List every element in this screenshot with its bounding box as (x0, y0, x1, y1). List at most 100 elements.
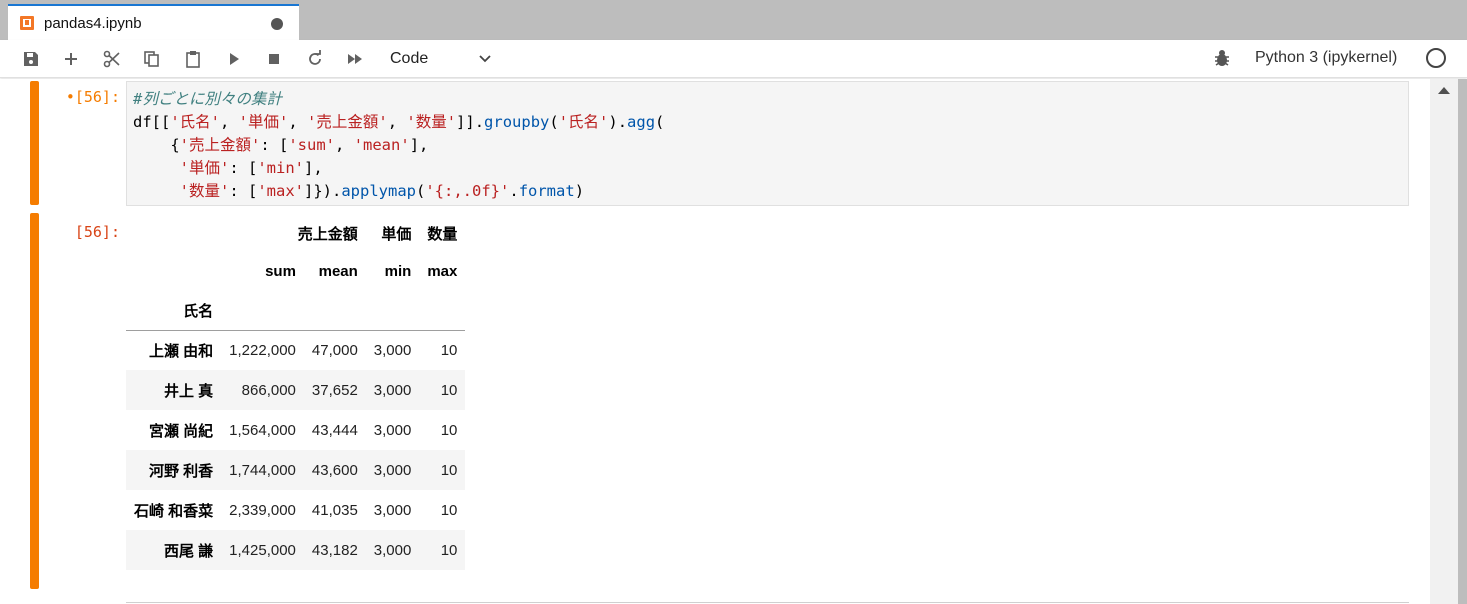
table-cell: 2,339,000 (229, 501, 296, 519)
table-row: 上瀬 由和 1,222,000 47,000 3,000 10 (126, 330, 465, 370)
code-token: ]]. (456, 113, 485, 131)
table-cell: 10 (440, 461, 458, 479)
code-string: 'mean' (353, 136, 410, 154)
input-collapser[interactable] (30, 81, 39, 205)
table-cell: 10 (440, 541, 458, 559)
table-cell: 41,035 (311, 501, 358, 519)
restart-button[interactable] (302, 46, 328, 72)
scroll-up-icon[interactable] (1438, 87, 1450, 94)
column-header: max (427, 263, 458, 280)
stop-button[interactable] (261, 46, 287, 72)
table-cell: 1,425,000 (229, 541, 296, 559)
header-blank (126, 251, 221, 292)
code-token: ( (549, 113, 559, 131)
run-all-button[interactable] (342, 46, 368, 72)
code-token: ( (655, 113, 665, 131)
kernel-status-icon (1426, 48, 1446, 68)
code-function: applymap (341, 182, 416, 200)
code-token: ( (416, 182, 426, 200)
code-token: df[[ (133, 113, 171, 131)
code-content: #列ごとに別々の集計 df[[ '氏名', '単価', '売上金額', '数量']… (133, 88, 664, 203)
code-token: ). (608, 113, 628, 131)
output-collapser[interactable] (30, 213, 39, 589)
code-function: agg (627, 113, 656, 131)
code-string: '単価' (238, 113, 289, 131)
cut-icon (103, 50, 120, 68)
code-string: '{:,.0f}' (425, 182, 510, 200)
column-header: sum (265, 263, 296, 280)
code-string: 'sum' (288, 136, 336, 154)
table-cell: 43,600 (311, 461, 358, 479)
table-row: 石崎 和香菜 2,339,000 41,035 3,000 10 (126, 490, 465, 530)
table-cell: 43,444 (311, 421, 358, 439)
row-index: 石崎 和香菜 (134, 502, 214, 520)
table-cell: 10 (440, 421, 458, 439)
dataframe-table: 売上金額 単価 数量 sum mean min max 氏名 上瀬 由和 1,2… (126, 215, 466, 570)
table-cell: 3,000 (373, 421, 412, 439)
header-blank (221, 292, 304, 330)
run-button[interactable] (221, 46, 247, 72)
column-header: min (384, 263, 412, 280)
notebook-toolbar: Code Python 3 (ipykernel) (0, 40, 1467, 78)
code-token: ) (574, 182, 585, 200)
cell-divider (126, 602, 1409, 603)
paste-button[interactable] (180, 46, 206, 72)
notebook-panel: •[56]: #列ごとに別々の集計 df[['氏名', '単価', '売上金額'… (0, 79, 1467, 604)
table-cell: 3,000 (373, 501, 412, 519)
add-cell-button[interactable] (58, 46, 84, 72)
tab-title: pandas4.ipynb (44, 14, 142, 32)
vertical-scrollbar[interactable] (1430, 79, 1458, 604)
debugger-icon[interactable] (1212, 48, 1232, 68)
code-function: format (518, 182, 575, 200)
table-cell: 10 (440, 381, 458, 399)
code-editor[interactable]: #列ごとに別々の集計 df[[ '氏名', '単価', '売上金額', '数量']… (126, 81, 1409, 206)
code-token: , (288, 113, 308, 131)
header-blank (419, 292, 465, 330)
table-cell: 3,000 (373, 381, 412, 399)
code-string: '氏名' (558, 113, 609, 131)
column-header-row: 売上金額 単価 数量 (126, 215, 465, 251)
cell-type-value: Code (390, 50, 429, 67)
row-index: 河野 利香 (149, 462, 214, 480)
table-cell: 1,564,000 (229, 421, 296, 439)
code-comment: #列ごとに別々の集計 (133, 90, 282, 108)
code-token: : [ (229, 182, 258, 200)
code-token: : [ (260, 136, 289, 154)
code-string: '数量' (406, 113, 457, 131)
code-token: , (387, 113, 407, 131)
table-cell: 10 (440, 501, 458, 519)
table-cell: 1,222,000 (229, 341, 296, 359)
column-group-header: 売上金額 (297, 225, 358, 243)
kernel-name[interactable]: Python 3 (ipykernel) (1255, 49, 1397, 67)
stop-icon (269, 54, 279, 64)
table-cell: 1,744,000 (229, 461, 296, 479)
code-string: '売上金額' (179, 136, 261, 154)
table-cell: 3,000 (373, 461, 412, 479)
code-string: '売上金額' (307, 113, 388, 131)
code-token: { (133, 136, 180, 154)
row-index: 宮瀬 尚紀 (149, 422, 214, 440)
notebook-tab[interactable]: pandas4.ipynb (8, 4, 299, 40)
table-cell: 3,000 (373, 341, 412, 359)
header-blank (304, 292, 366, 330)
cut-button[interactable] (99, 46, 125, 72)
header-blank (126, 215, 221, 251)
cell-type-select[interactable]: Code (390, 46, 498, 72)
index-header-row: 氏名 (126, 292, 466, 330)
code-string: '単価' (179, 159, 230, 177)
table-cell: 43,182 (311, 541, 358, 559)
unsaved-indicator-icon[interactable] (271, 18, 283, 30)
tab-bar: pandas4.ipynb (0, 0, 1467, 40)
code-token: ], (304, 159, 323, 177)
copy-button[interactable] (139, 46, 165, 72)
save-button[interactable] (18, 46, 44, 72)
code-string: '数量' (179, 182, 230, 200)
code-token: ], (409, 136, 429, 154)
index-name: 氏名 (183, 303, 214, 321)
column-group-header: 単価 (381, 225, 412, 243)
code-token: , (220, 113, 239, 131)
table-row: 西尾 謙 1,425,000 43,182 3,000 10 (126, 530, 466, 570)
table-cell: 10 (440, 341, 458, 359)
row-index: 西尾 謙 (164, 542, 214, 560)
